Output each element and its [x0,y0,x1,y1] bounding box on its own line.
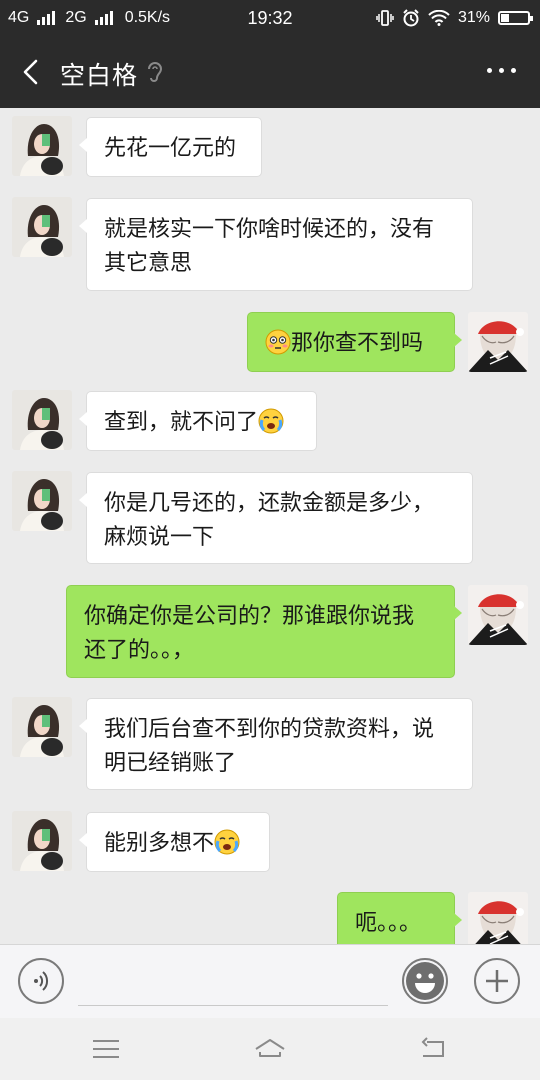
message-text: 呃。。。 [355,910,422,935]
message-text: 查到，就不问了 [104,409,259,434]
more-options-button[interactable] [487,62,516,79]
incoming-message[interactable]: 就是核实一下你啥时候还的，没有 其它意思 [79,198,473,291]
battery-percent: 31% [457,9,490,26]
message-text-line: 我们后台查不到你的贷款资料，说 [104,716,435,741]
crying-face-emoji-icon [214,829,240,855]
outgoing-message[interactable]: 呃。。。 [337,892,462,944]
message-input[interactable] [78,1005,388,1006]
earpiece-mode-icon [148,62,163,82]
my-avatar[interactable] [468,892,528,944]
more-dot-icon [487,68,492,73]
back-nav-icon[interactable] [417,1032,451,1066]
contact-avatar[interactable] [12,471,72,531]
plus-icon [486,970,508,992]
chat-header: 空白格 [0,36,540,108]
incoming-message[interactable]: 我们后台查不到你的贷款资料，说 明已经销账了 [79,698,473,790]
home-icon[interactable] [253,1032,287,1066]
message-text: 能别多想不 [104,830,215,855]
more-dot-icon [499,68,504,73]
flushed-face-emoji-icon [265,329,291,355]
emoji-button[interactable] [402,958,448,1004]
system-nav-bar [0,1018,540,1080]
battery-fill [501,14,509,22]
outgoing-message[interactable]: 那你查不到吗 [247,312,462,372]
back-arrow-icon[interactable] [18,58,44,86]
contact-avatar[interactable] [12,697,72,757]
voice-input-button[interactable] [18,958,64,1004]
vibrate-icon [376,10,394,26]
contact-avatar[interactable] [12,390,72,450]
more-dot-icon [511,68,516,73]
status-bar: 4G 2G 0.5K/s 19:32 31% [0,0,540,36]
incoming-message[interactable]: 你是几号还的，还款金额是多少， 麻烦说一下 [79,472,473,564]
alarm-icon [403,9,419,27]
menu-icon[interactable] [89,1032,123,1066]
contact-avatar[interactable] [12,116,72,176]
my-avatar[interactable] [468,585,528,645]
outgoing-message[interactable]: 你确定你是公司的？那谁跟你说我 还了的。。， [66,585,462,678]
message-text: 那你查不到吗 [291,330,424,355]
message-text: 先花一亿元的 [104,135,237,160]
contact-avatar[interactable] [12,197,72,257]
voice-icon [34,971,49,991]
message-text-line: 还了的。。， [84,637,195,662]
input-bar [0,944,540,1019]
message-text-line: 你确定你是公司的？那谁跟你说我 [84,603,415,628]
message-text-line: 你是几号还的，还款金额是多少， [104,490,435,515]
wifi-icon [428,10,450,26]
incoming-message[interactable]: 查到，就不问了 [79,391,317,451]
contact-avatar[interactable] [12,811,72,871]
message-text-line: 麻烦说一下 [104,524,215,549]
battery-icon [498,11,533,25]
message-text-line: 明已经销账了 [104,750,237,775]
message-list[interactable]: 先花一亿元的 就是核实一下你啥时候还的，没有 其它意思 那你查不到吗 查到，就不… [0,108,540,944]
message-text-line: 其它意思 [104,250,193,275]
my-avatar[interactable] [468,312,528,372]
smiley-icon [406,962,444,1000]
chat-title: 空白格 [60,62,139,90]
message-text-line: 就是核实一下你啥时候还的，没有 [104,216,435,241]
crying-face-emoji-icon [258,408,284,434]
incoming-message[interactable]: 先花一亿元的 [79,117,262,177]
incoming-message[interactable]: 能别多想不 [79,812,270,872]
more-functions-button[interactable] [474,958,520,1004]
